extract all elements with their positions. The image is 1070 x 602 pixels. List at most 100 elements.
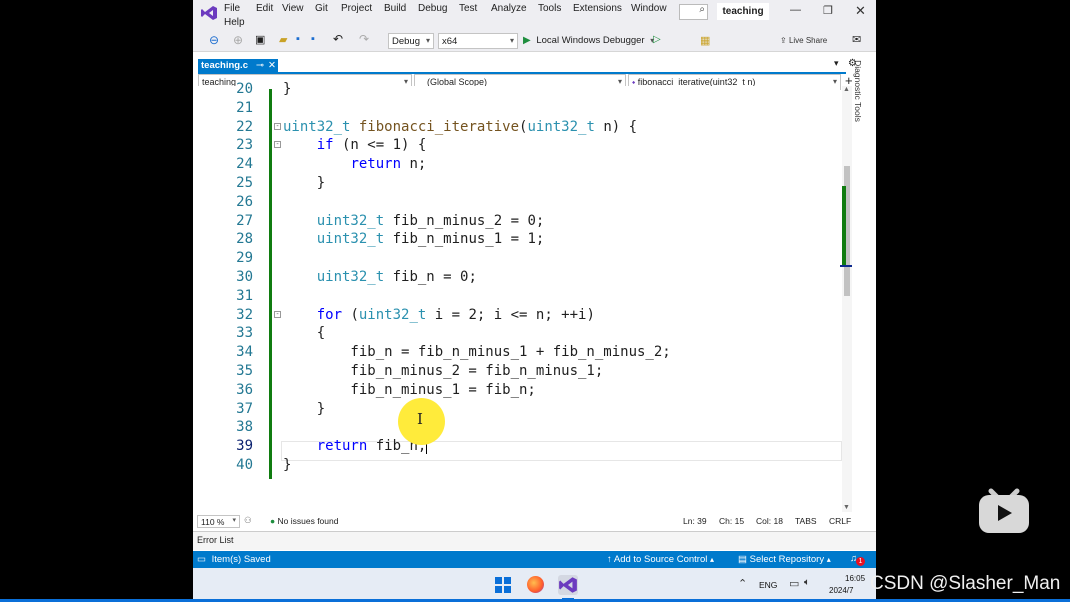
scroll-down-icon[interactable]: ▼ bbox=[843, 504, 850, 511]
new-item-icon[interactable]: ▣ bbox=[255, 33, 265, 46]
menu-window[interactable]: Window bbox=[631, 3, 667, 14]
tray-overflow-icon[interactable]: ⌃ bbox=[738, 577, 747, 590]
code-line[interactable]: 30 uint32_t fib_n = 0; bbox=[193, 268, 840, 287]
code-line[interactable]: 25 } bbox=[193, 174, 840, 193]
zoom-dropdown[interactable]: 110 % ▾ bbox=[197, 515, 240, 528]
menu-debug[interactable]: Debug bbox=[418, 3, 447, 14]
diagnostic-tools-tab[interactable]: Diagnostic Tools bbox=[853, 58, 867, 128]
menu-edit[interactable]: Edit bbox=[256, 3, 273, 14]
code-line[interactable]: 33 { bbox=[193, 324, 840, 343]
forward-icon[interactable]: ⊕ bbox=[233, 33, 243, 47]
menu-extensions[interactable]: Extensions bbox=[573, 3, 622, 14]
restore-button[interactable]: ❐ bbox=[823, 4, 833, 17]
pin-icon[interactable]: ⊸ bbox=[256, 59, 264, 72]
line-number: 25 bbox=[236, 175, 253, 191]
code-line[interactable]: 38 bbox=[193, 418, 840, 437]
error-list-tab[interactable]: Error List bbox=[193, 531, 876, 550]
tab-label: teaching.c bbox=[201, 60, 248, 71]
undo-icon[interactable]: ↶ bbox=[333, 32, 343, 46]
menu-test[interactable]: Test bbox=[459, 3, 477, 14]
code-line[interactable]: 31 bbox=[193, 287, 840, 306]
menu-git[interactable]: Git bbox=[315, 3, 328, 14]
line-number: 34 bbox=[236, 344, 253, 361]
save-icon[interactable]: ▪ bbox=[296, 33, 300, 45]
minimize-button[interactable]: — bbox=[790, 4, 801, 16]
menu-tools[interactable]: Tools bbox=[538, 3, 561, 14]
scroll-up-icon[interactable]: ▲ bbox=[843, 86, 850, 93]
code-line[interactable]: 28 uint32_t fib_n_minus_1 = 1; bbox=[193, 230, 840, 249]
live-share-label: Live Share bbox=[788, 36, 828, 45]
menu-project[interactable]: Project bbox=[341, 3, 372, 14]
notifications-button[interactable]: ♫ 1 bbox=[850, 553, 865, 566]
diagnostic-tools-label: Diagnostic Tools bbox=[852, 60, 863, 122]
live-share-button[interactable]: ⇪ Live Share bbox=[780, 36, 827, 45]
visual-studio-taskbar-icon[interactable] bbox=[558, 575, 578, 595]
code-line[interactable]: 40} bbox=[193, 456, 840, 475]
eol-indicator[interactable]: CRLF bbox=[829, 516, 851, 526]
play-icon: ▶ bbox=[523, 35, 531, 46]
collapse-icon[interactable]: - bbox=[274, 310, 281, 318]
code-line[interactable]: 22 - uint32_t fibonacci_iterative(uint32_t… bbox=[193, 118, 840, 137]
configuration-dropdown[interactable]: Debug ▾ bbox=[388, 33, 434, 49]
code-line[interactable]: 36 fib_n_minus_1 = fib_n; bbox=[193, 381, 840, 400]
code-text: } bbox=[283, 81, 292, 97]
feedback-icon[interactable]: ✉ bbox=[852, 33, 861, 46]
menu-build[interactable]: Build bbox=[384, 3, 406, 14]
tab-overflow-icon[interactable]: ▾ bbox=[834, 58, 839, 69]
vertical-scrollbar[interactable]: ▲ ▼ bbox=[840, 86, 852, 512]
collapse-icon[interactable]: - bbox=[274, 122, 281, 130]
tab-close-icon[interactable]: ✕ bbox=[268, 59, 276, 72]
close-button[interactable]: ✕ bbox=[855, 3, 866, 19]
clock-time[interactable]: 16:05 bbox=[845, 574, 865, 583]
code-line[interactable]: 37 } bbox=[193, 400, 840, 419]
run-label: Local Windows Debugger bbox=[536, 35, 645, 46]
code-line[interactable]: 20} bbox=[193, 80, 840, 99]
code-editor[interactable]: 20} 21 22- uint32_t fibonacci_iterative(uin… bbox=[193, 81, 842, 512]
code-line[interactable]: 26 bbox=[193, 193, 840, 212]
code-line[interactable]: 29 bbox=[193, 249, 840, 268]
tabs-indicator[interactable]: TABS bbox=[795, 516, 817, 526]
back-icon[interactable]: ⊖ bbox=[209, 33, 219, 47]
notification-count: 1 bbox=[856, 557, 865, 566]
code-line[interactable]: 35 fib_n_minus_2 = fib_n_minus_1; bbox=[193, 362, 840, 381]
code-text: uint32_t fib_n_minus_1 = 1; bbox=[316, 231, 545, 248]
firefox-icon[interactable] bbox=[527, 576, 544, 593]
menu-file[interactable]: File bbox=[224, 3, 240, 14]
code-line[interactable]: 32 - for (uint32_t i = 2; i <= n; ++i) bbox=[193, 306, 840, 325]
document-tab[interactable]: teaching.c ⊸ ✕ bbox=[198, 59, 278, 72]
language-indicator[interactable]: ENG bbox=[759, 580, 777, 590]
code-line[interactable]: 39 return fib_n; bbox=[193, 437, 840, 456]
start-debugging-button[interactable]: ▶ Local Windows Debugger ▾ bbox=[523, 35, 654, 46]
windows-start-icon[interactable] bbox=[495, 577, 511, 593]
start-without-debugging-icon[interactable]: ▷ bbox=[653, 34, 661, 45]
open-folder-icon[interactable]: ▰ bbox=[279, 33, 287, 46]
code-line[interactable]: 21 bbox=[193, 99, 840, 118]
code-line[interactable]: 23 - if (n <= 1) { bbox=[193, 136, 840, 155]
add-to-source-control-button[interactable]: ↑ Add to Source Control ▴ bbox=[607, 554, 714, 565]
collapse-icon[interactable]: - bbox=[274, 141, 281, 149]
volume-icon[interactable]: 🔈︎ bbox=[804, 577, 810, 588]
col-indicator[interactable]: Col: 18 bbox=[756, 516, 783, 526]
menu-view[interactable]: View bbox=[282, 3, 304, 14]
redo-icon[interactable]: ↷ bbox=[359, 32, 369, 46]
video-platform-logo bbox=[977, 481, 1031, 535]
menu-analyze[interactable]: Analyze bbox=[491, 3, 527, 14]
line-number: 33 bbox=[236, 325, 253, 342]
code-line[interactable]: 24 return n; bbox=[193, 155, 840, 174]
menu-help[interactable]: Help bbox=[224, 17, 245, 28]
save-all-icon[interactable]: ▪ bbox=[311, 33, 315, 45]
search-box[interactable]: ⌕ bbox=[679, 4, 708, 20]
network-icon[interactable]: ▭ bbox=[789, 577, 799, 590]
line-indicator[interactable]: Ln: 39 bbox=[683, 516, 707, 526]
select-repository-button[interactable]: ▤ Select Repository ▴ bbox=[738, 554, 831, 565]
toolbar-extra-icon[interactable]: ▦ bbox=[700, 34, 710, 47]
intellicode-icon[interactable]: ⚇ bbox=[244, 515, 252, 526]
char-indicator[interactable]: Ch: 15 bbox=[719, 516, 744, 526]
platform-dropdown[interactable]: x64 ▾ bbox=[438, 33, 518, 49]
clock-date[interactable]: 2024/7 bbox=[829, 586, 853, 595]
check-icon: ● bbox=[270, 516, 276, 526]
code-line[interactable]: 34 fib_n = fib_n_minus_1 + fib_n_minus_2… bbox=[193, 343, 840, 362]
line-number: 30 bbox=[236, 269, 253, 285]
no-issues-indicator[interactable]: ● No issues found bbox=[270, 516, 338, 526]
code-line[interactable]: 27 uint32_t fib_n_minus_2 = 0; bbox=[193, 212, 840, 231]
